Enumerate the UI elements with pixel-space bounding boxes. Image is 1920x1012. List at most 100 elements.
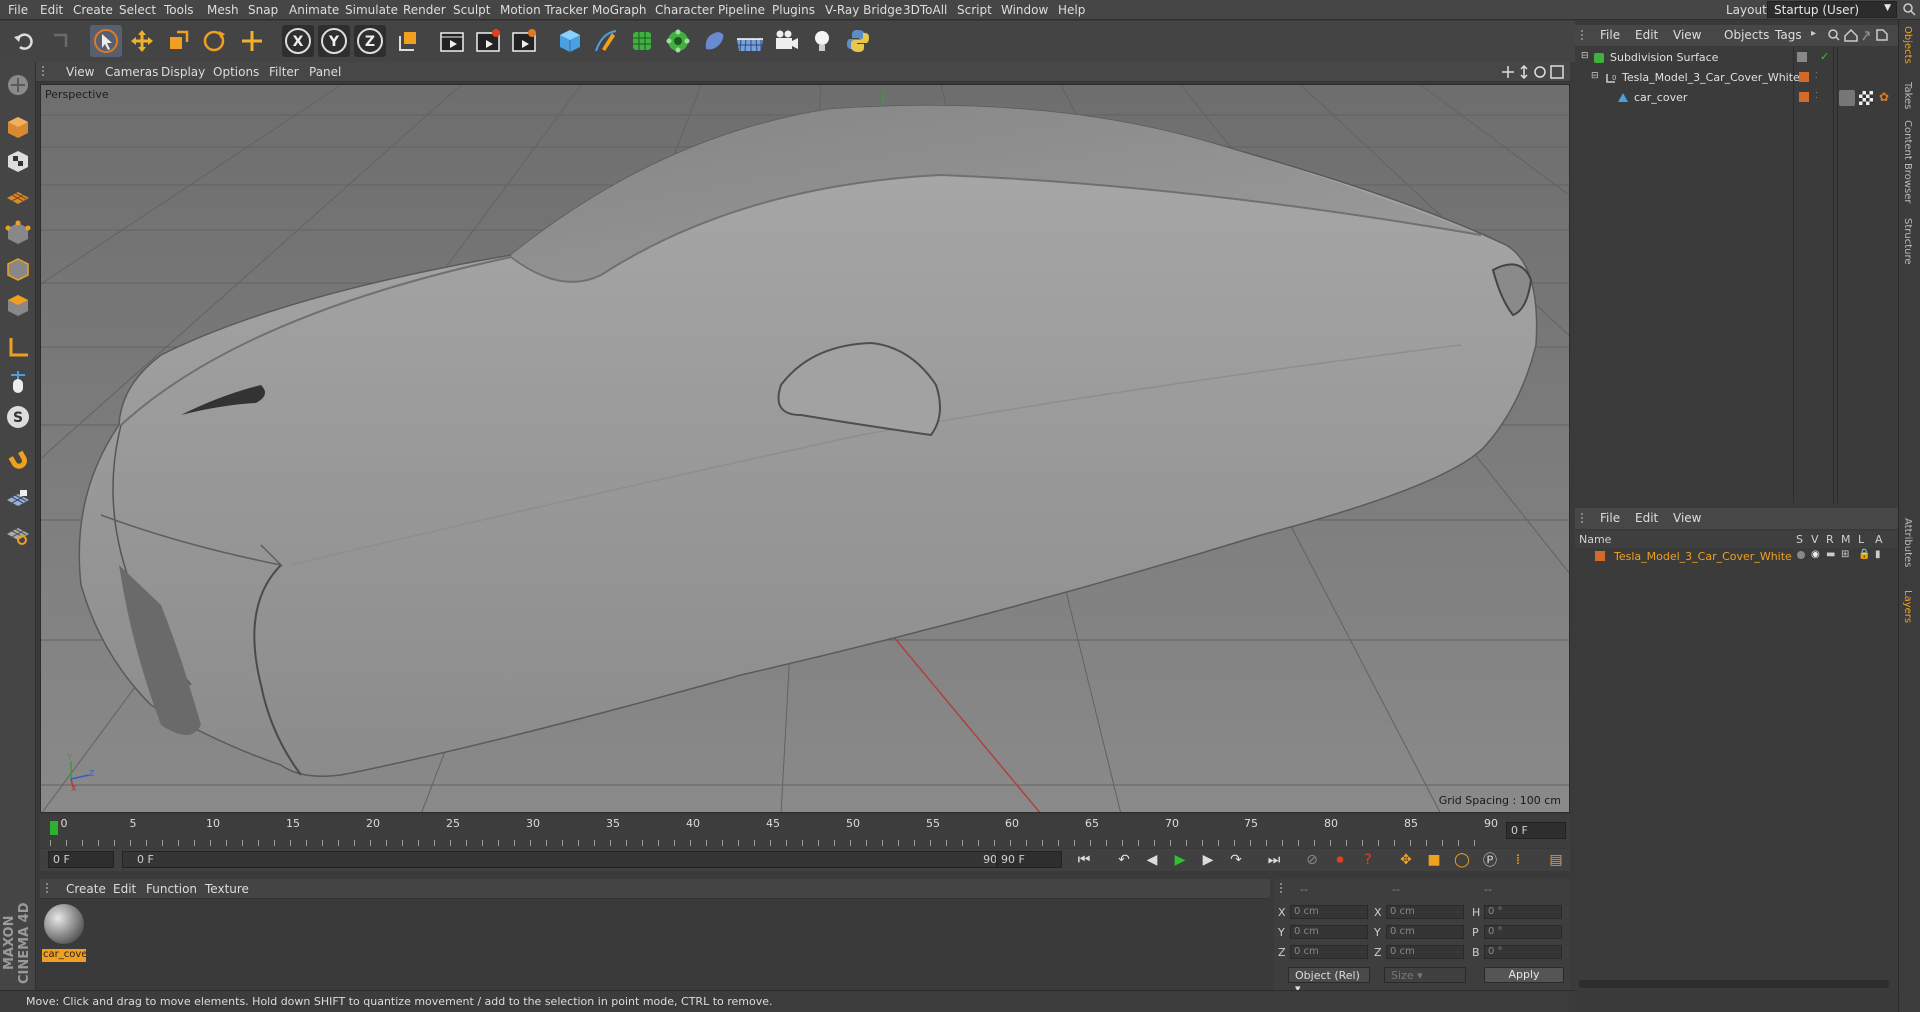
visibility-dots-icon[interactable]: ⁚ [1815,91,1818,100]
render-icon[interactable]: ▬ [1826,549,1835,560]
python-icon[interactable] [842,25,874,57]
menu-render[interactable]: Render [403,3,446,17]
tree-row[interactable]: ⊟ 0 Tesla_Model_3_Car_Cover_White ⁚ [1575,69,1898,87]
axis-icon[interactable] [3,332,33,362]
planar-workplane-icon[interactable] [3,518,33,548]
subdivision-icon[interactable] [626,25,658,57]
size-y-field[interactable]: 0 cm [1386,925,1464,939]
key-position-icon[interactable]: ✥ [1394,849,1418,871]
layer-swatch-icon[interactable] [1799,92,1809,102]
layer-swatch-icon[interactable] [1799,72,1809,82]
render-picture-viewer-icon[interactable] [472,25,504,57]
workplane-icon[interactable] [3,180,33,210]
key-rotation-icon[interactable]: ◯ [1450,849,1474,871]
motion-record-icon[interactable]: ⊘ [1300,849,1324,871]
menu-3dtoall[interactable]: 3DToAll [903,3,947,17]
move-icon[interactable] [126,25,158,57]
render-view-icon[interactable] [436,25,468,57]
menu-sculpt[interactable]: Sculpt [453,3,490,17]
tab-structure[interactable]: Structure [1902,218,1913,265]
viewport-menu-display[interactable]: Display [161,65,205,79]
layer-scrollbar[interactable] [1579,980,1889,988]
enabled-check-icon[interactable]: ✓ [1820,50,1829,63]
recent-tool-icon[interactable] [236,25,268,57]
rot-p-field[interactable]: 0 ° [1484,925,1562,939]
layer-swatch-icon[interactable] [1797,52,1807,62]
key-pla-icon[interactable]: ⁞ [1506,849,1530,871]
coordinate-system-icon[interactable] [392,25,424,57]
pos-y-field[interactable]: 0 cm [1290,925,1368,939]
texture-tag-icon[interactable] [1859,91,1873,105]
next-frame-icon[interactable]: ▶ [1196,849,1220,871]
menu-tools[interactable]: Tools [164,3,194,17]
playhead[interactable] [50,821,58,835]
viewport-nav-icons[interactable] [1502,65,1566,79]
material-menu-function[interactable]: Function [146,882,197,896]
tab-takes[interactable]: Takes [1902,82,1913,109]
layer-menu-edit[interactable]: Edit [1635,511,1658,525]
polygons-mode-icon[interactable] [3,290,33,320]
y-axis-icon[interactable]: Y [318,25,350,57]
uvw-tag-icon[interactable]: ✿ [1879,90,1889,104]
tree-row[interactable]: car_cover ⁚ ✿ [1575,89,1898,107]
object-menu-tags[interactable]: Tags [1775,28,1802,42]
size-mode-select[interactable]: Size ▾ [1384,967,1466,983]
layout-select[interactable]: Startup (User) ▼ [1767,1,1897,18]
phong-tag-icon[interactable] [1839,90,1855,106]
rot-h-field[interactable]: 0 ° [1484,905,1562,919]
viewport-3d[interactable]: Perspective Y Z X Grid Spacing : 100 cm [40,84,1570,813]
material-item[interactable]: car_cove [42,902,86,962]
eye-icon[interactable]: ◉ [1811,549,1820,560]
layer-row[interactable]: Tesla_Model_3_Car_Cover_White ◉ ▬ ⊞ 🔒 ▮ [1575,548,1898,566]
size-z-field[interactable]: 0 cm [1386,945,1464,959]
snap-icon[interactable] [3,444,33,474]
make-editable-icon[interactable] [3,70,33,100]
timeline-ruler[interactable]: 0 5 10 15 20 25 30 35 40 45 50 55 60 65 … [40,815,1570,848]
tab-objects[interactable]: Objects [1902,26,1913,64]
frame-range-slider[interactable]: 0 F 90 F [122,851,1028,868]
camera-icon[interactable] [770,25,802,57]
tweak-icon[interactable] [3,367,33,397]
deformer-icon[interactable] [698,25,730,57]
floor-icon[interactable] [734,25,766,57]
coordinate-mode-select[interactable]: Object (Rel) ▾ [1288,967,1370,995]
tab-attributes[interactable]: Attributes [1902,518,1913,567]
menu-motion-tracker[interactable]: Motion Tracker [500,3,588,17]
menu-character[interactable]: Character [655,3,714,17]
menu-mograph[interactable]: MoGraph [592,3,647,17]
redo-icon[interactable] [44,25,76,57]
pos-z-field[interactable]: 0 cm [1290,945,1368,959]
menu-vray-bridge[interactable]: V-Ray Bridge [825,3,902,17]
texture-mode-icon[interactable] [3,146,33,176]
scale-icon[interactable] [162,25,194,57]
z-axis-icon[interactable]: Z [354,25,386,57]
tab-layers[interactable]: Layers [1902,590,1913,623]
viewport-menu-panel[interactable]: Panel [309,65,341,79]
size-x-field[interactable]: 0 cm [1386,905,1464,919]
material-menu-edit[interactable]: Edit [113,882,136,896]
record-active-icon[interactable]: ⏺ [1328,849,1352,871]
soft-selection-icon[interactable]: S [3,402,33,432]
collapse-icon[interactable]: ⊟ [1581,51,1589,61]
pos-x-field[interactable]: 0 cm [1290,905,1368,919]
menu-window[interactable]: Window [1001,3,1048,17]
menu-snap[interactable]: Snap [248,3,278,17]
tree-row[interactable]: ⊟ Subdivision Surface ✓ [1575,49,1898,67]
autokey-icon[interactable]: ? [1356,849,1380,871]
go-to-end-icon[interactable]: ⏭ [1262,849,1286,871]
menu-animate[interactable]: Animate [289,3,339,17]
animation-icon[interactable]: ▮ [1875,549,1881,560]
viewport-menu-filter[interactable]: Filter [269,65,299,79]
end-frame-field[interactable]: 90 F [996,851,1062,868]
menu-file[interactable]: File [8,3,28,17]
menu-mesh[interactable]: Mesh [207,3,239,17]
object-menu-file[interactable]: File [1600,28,1620,42]
menu-simulate[interactable]: Simulate [345,3,398,17]
viewport-menu-cameras[interactable]: Cameras [105,65,158,79]
current-frame-field[interactable]: 0 F [1506,822,1566,839]
rotate-icon[interactable] [198,25,230,57]
solo-icon[interactable] [1797,551,1805,559]
key-scale-icon[interactable]: ■ [1422,849,1446,871]
edit-render-settings-icon[interactable] [508,25,540,57]
manager-icon[interactable]: ⊞ [1841,549,1849,560]
